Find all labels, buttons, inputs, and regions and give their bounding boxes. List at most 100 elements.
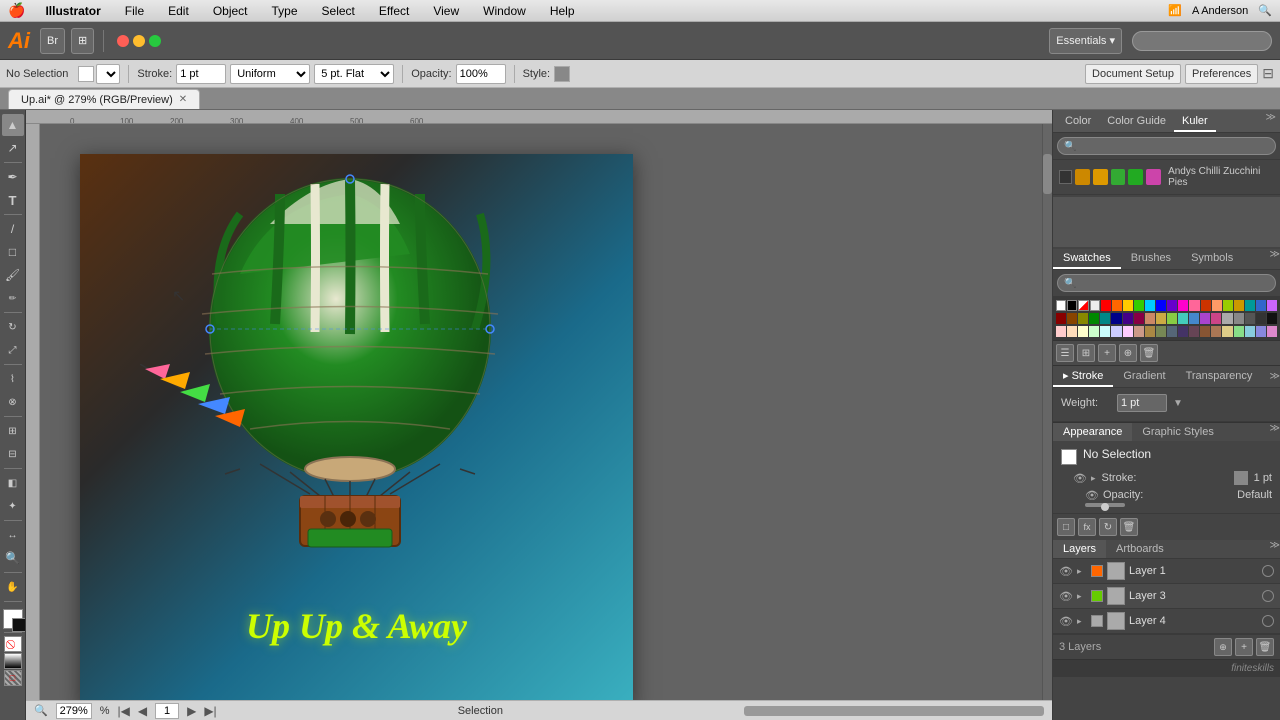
swatch-grey2[interactable]	[1222, 313, 1232, 324]
swatch-cornflower[interactable]	[1256, 326, 1266, 337]
swatch-maroon[interactable]	[1056, 313, 1066, 324]
swatch-lilac[interactable]	[1123, 326, 1133, 337]
swatch-mint[interactable]	[1178, 313, 1188, 324]
rect-grid-tool[interactable]: ⊟	[2, 443, 24, 465]
menu-select[interactable]: Select	[318, 4, 359, 18]
layer3-circle[interactable]	[1262, 590, 1274, 602]
tab-color[interactable]: Color	[1057, 112, 1099, 132]
swatch-cream[interactable]	[1078, 326, 1088, 337]
doc-setup-button[interactable]: Document Setup	[1085, 64, 1181, 84]
layer-delete-btn[interactable]: 🗑	[1256, 638, 1274, 656]
kuler-search-input[interactable]	[1057, 137, 1276, 155]
direct-select-tool[interactable]: ↗	[2, 137, 24, 159]
menu-object[interactable]: Object	[209, 4, 252, 18]
essentials-button[interactable]: Essentials ▾	[1049, 28, 1122, 54]
swatch-list-view[interactable]: ☰	[1056, 344, 1074, 362]
appear-stroke-swatch[interactable]	[1234, 471, 1248, 485]
weight-arrow-down[interactable]: ▼	[1173, 398, 1183, 409]
layer3-eye[interactable]: 👁	[1059, 590, 1073, 603]
swatch-brown[interactable]	[1067, 313, 1077, 324]
layer3-color-swatch[interactable]	[1091, 590, 1103, 602]
kuler-panel-collapse[interactable]: ≫	[1266, 112, 1276, 132]
swatch-red[interactable]	[1101, 300, 1111, 311]
h-scrollbar[interactable]	[744, 706, 1044, 716]
color-sw-5[interactable]	[1146, 169, 1161, 185]
traffic-light-green[interactable]	[149, 35, 161, 47]
swatch-darkteal[interactable]	[1100, 313, 1110, 324]
eyedropper-tool[interactable]: ✦	[2, 495, 24, 517]
appearance-panel-collapse[interactable]: ≫	[1270, 423, 1280, 441]
color-sw-2[interactable]	[1093, 169, 1108, 185]
swatch-lime[interactable]	[1223, 300, 1233, 311]
color-sw-4[interactable]	[1128, 169, 1143, 185]
appear-new-btn[interactable]: ↻	[1099, 518, 1117, 536]
panel-toggle-icon[interactable]: ⊟	[1262, 65, 1274, 82]
tab-brushes[interactable]: Brushes	[1121, 249, 1181, 269]
swatch-lightpink[interactable]	[1056, 326, 1066, 337]
swatch-burgundy[interactable]	[1134, 313, 1144, 324]
color-sw-3[interactable]	[1111, 169, 1126, 185]
swatch-sky[interactable]	[1245, 326, 1255, 337]
menu-file[interactable]: File	[121, 4, 148, 18]
style-swatch[interactable]	[554, 66, 570, 82]
canvas-scrollbar[interactable]	[1042, 124, 1052, 700]
rect-tool[interactable]: □	[2, 241, 24, 263]
menu-view[interactable]: View	[429, 4, 463, 18]
tab-symbols[interactable]: Symbols	[1181, 249, 1243, 269]
next-button[interactable]: ▶	[187, 704, 196, 718]
layer4-circle[interactable]	[1262, 615, 1274, 627]
rotate-tool[interactable]: ↻	[2, 316, 24, 338]
swatch-lightgreen[interactable]	[1167, 313, 1177, 324]
appear-delete-btn[interactable]: 🗑	[1120, 518, 1138, 536]
line-tool[interactable]: /	[2, 218, 24, 240]
swatch-sage[interactable]	[1234, 326, 1244, 337]
layer-row-1[interactable]: 👁 ▸ Layer 1	[1053, 559, 1280, 584]
hand-tool[interactable]: ✋	[2, 576, 24, 598]
appear-triangle-stroke[interactable]: ▸	[1091, 473, 1096, 484]
swatch-plum[interactable]	[1189, 326, 1199, 337]
tab-close-icon[interactable]: ✕	[179, 94, 187, 105]
swatch-delete[interactable]: 🗑	[1140, 344, 1158, 362]
swatch-grey4[interactable]	[1245, 313, 1255, 324]
swatch-none[interactable]	[1078, 300, 1088, 311]
appear-add-layer-btn[interactable]: □	[1057, 518, 1075, 536]
layers-panel-collapse[interactable]: ≫	[1270, 540, 1280, 558]
scale-tool[interactable]: ⤢	[2, 339, 24, 361]
swatch-darkred[interactable]	[1201, 300, 1211, 311]
fill-none-icon[interactable]: ⃠	[4, 636, 22, 652]
layer-new-btn[interactable]: +	[1235, 638, 1253, 656]
next-page-button[interactable]: ▶|	[204, 704, 216, 718]
layer-make-clipping-btn[interactable]: ⊕	[1214, 638, 1232, 656]
swatch-peachlight[interactable]	[1067, 326, 1077, 337]
tab-graphic-styles[interactable]: Graphic Styles	[1132, 423, 1224, 441]
swatch-lightcyan[interactable]	[1100, 326, 1110, 337]
zoom-input[interactable]	[56, 703, 92, 719]
fill-pattern-icon[interactable]: □	[4, 670, 22, 686]
swatch-terra[interactable]	[1134, 326, 1144, 337]
swatch-khaki[interactable]	[1145, 326, 1155, 337]
fill-swatch[interactable]	[78, 66, 94, 82]
document-tab[interactable]: Up.ai* @ 279% (RGB/Preview) ✕	[8, 89, 200, 109]
swatch-black[interactable]	[1067, 300, 1077, 311]
tab-layers[interactable]: Layers	[1053, 540, 1106, 558]
gradient-tool[interactable]: ◧	[2, 472, 24, 494]
swatch-teal[interactable]	[1245, 300, 1255, 311]
swatch-orange[interactable]	[1112, 300, 1122, 311]
layer4-color-swatch[interactable]	[1091, 615, 1103, 627]
swatch-grey5[interactable]	[1256, 313, 1266, 324]
appear-slider-thumb[interactable]	[1101, 503, 1109, 511]
stroke-end-select[interactable]: 5 pt. Flat	[314, 64, 394, 84]
swatch-white[interactable]	[1056, 300, 1066, 311]
apple-menu[interactable]: 🍎	[8, 2, 25, 19]
arrange-button[interactable]: ⊞	[71, 28, 94, 54]
swatch-cobalt[interactable]	[1256, 300, 1266, 311]
swatch-periwinkle[interactable]	[1111, 326, 1121, 337]
swatches-panel-collapse[interactable]: ≫	[1270, 249, 1280, 269]
appear-no-sel-swatch[interactable]	[1061, 449, 1077, 465]
swatch-violet[interactable]	[1200, 313, 1210, 324]
tab-kuler[interactable]: Kuler	[1174, 112, 1216, 132]
traffic-light-yellow[interactable]	[133, 35, 145, 47]
swatch-olive[interactable]	[1078, 313, 1088, 324]
swatch-navy[interactable]	[1111, 313, 1121, 324]
swatch-purple[interactable]	[1167, 300, 1177, 311]
